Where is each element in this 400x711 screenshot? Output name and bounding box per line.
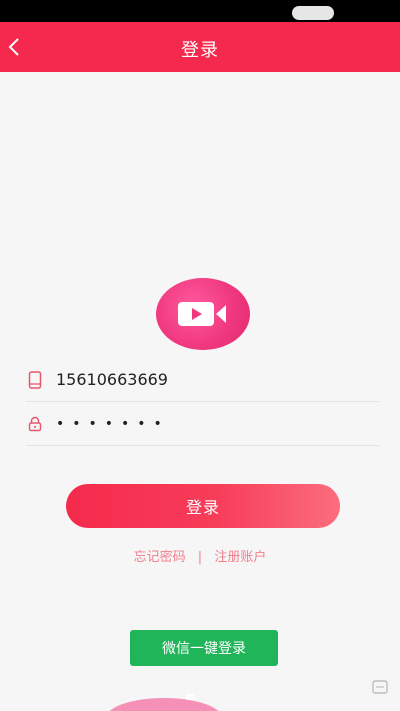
- bottom-decoration-dot: [186, 694, 194, 700]
- mobile-phone-icon: [26, 370, 44, 389]
- screenshot-icon[interactable]: [371, 678, 389, 696]
- links-separator: |: [197, 550, 203, 565]
- forgot-password-link[interactable]: 忘记密码: [130, 550, 190, 565]
- auth-links: 忘记密码 | 注册账户: [0, 546, 400, 565]
- phone-input[interactable]: [56, 364, 380, 395]
- lock-icon: [26, 415, 44, 433]
- password-row: [26, 402, 380, 446]
- phone-row: [26, 358, 380, 402]
- register-link[interactable]: 注册账户: [210, 550, 270, 565]
- page-title: 登录: [181, 40, 219, 61]
- login-screen: 登录 登录 忘记密码 | 注册账户: [0, 0, 400, 711]
- password-input[interactable]: [56, 408, 380, 439]
- status-bar: [0, 0, 400, 22]
- header-bar: 登录: [0, 22, 400, 72]
- wechat-login-button[interactable]: 微信一键登录: [130, 630, 278, 666]
- video-camera-icon: [178, 302, 226, 326]
- status-indicator: [292, 6, 334, 20]
- bottom-decoration: [106, 698, 222, 711]
- login-button[interactable]: 登录: [66, 484, 340, 528]
- app-logo: [156, 278, 250, 350]
